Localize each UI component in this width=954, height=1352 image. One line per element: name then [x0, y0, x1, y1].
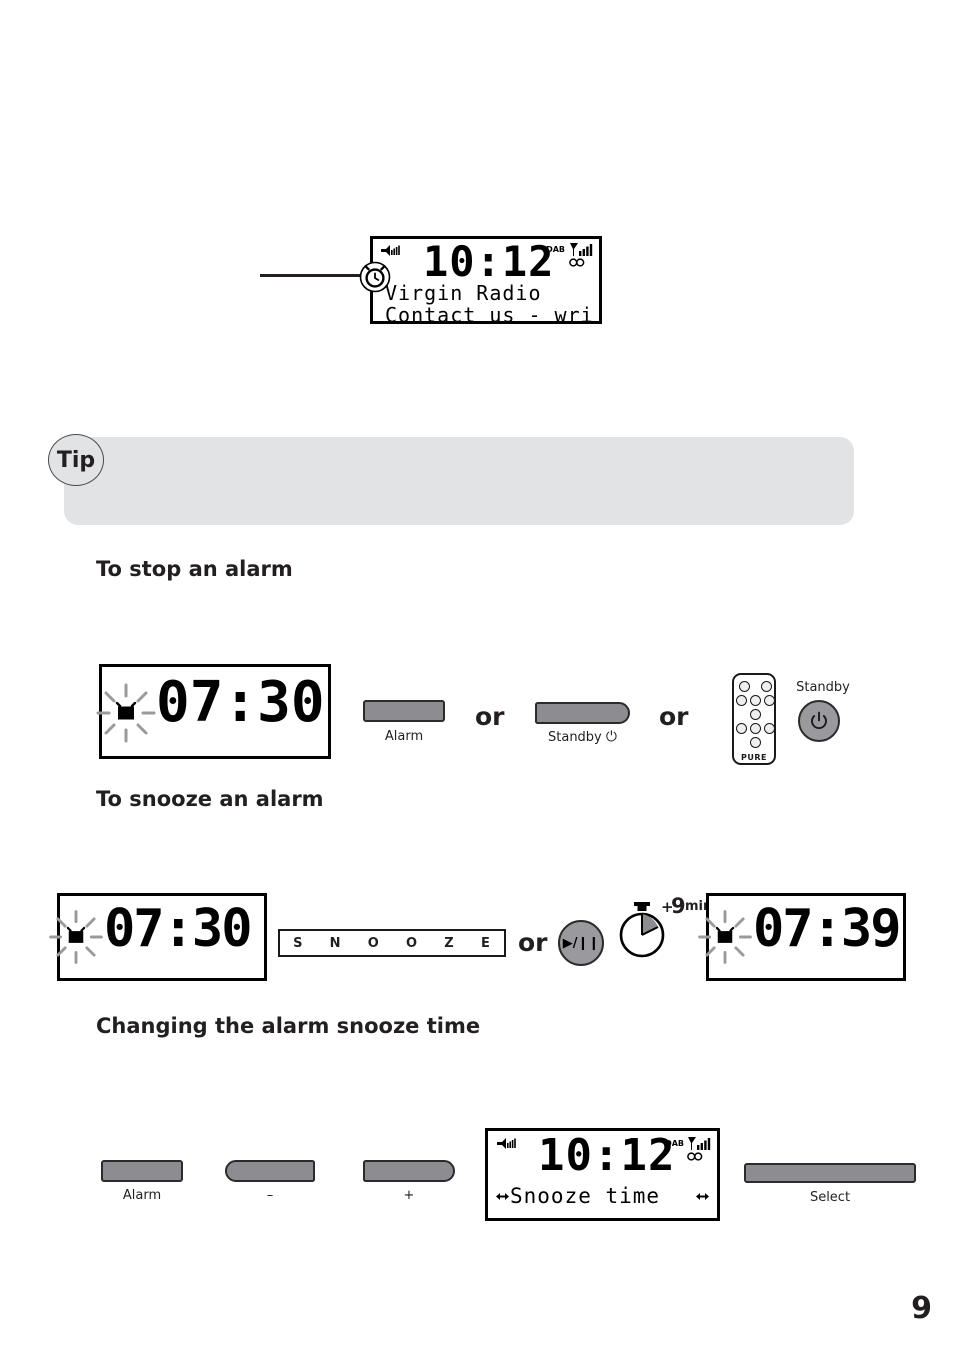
remote-key-prev[interactable]	[736, 723, 747, 734]
signal-strength-icon	[688, 1137, 711, 1150]
power-symbol-icon	[811, 711, 827, 730]
remote-key-standby[interactable]	[761, 681, 772, 692]
snooze-letter: E	[480, 935, 491, 951]
snooze-menu-time: 10:12	[538, 1130, 676, 1181]
top-display-line2: Contact us - wri	[385, 303, 594, 327]
remote-brand-label: PURE	[741, 753, 767, 762]
snooze-menu-label: Snooze time	[510, 1184, 661, 1208]
change-alarm-button[interactable]	[101, 1160, 183, 1182]
speaker-icon	[381, 245, 400, 256]
alarm-clock-flashing-icon	[96, 683, 156, 743]
tip-badge: Tip	[48, 434, 104, 486]
heading-stop-alarm: To stop an alarm	[96, 557, 293, 581]
power-icon: ⏻	[605, 729, 617, 745]
select-button[interactable]	[744, 1163, 916, 1183]
stop-alarm-display: 07:30	[96, 664, 331, 759]
standby-button-label: Standby ⏻	[535, 729, 630, 745]
change-alarm-button-label: Alarm	[122, 1188, 162, 1203]
snooze-letter: O	[406, 935, 419, 951]
left-right-arrow-icon	[696, 1193, 709, 1200]
alarm-clock-flashing-icon	[49, 910, 103, 964]
remote-key-alarm[interactable]	[739, 681, 750, 692]
heading-change-snooze: Changing the alarm snooze time	[96, 1014, 481, 1038]
snooze-before-time: 07:30	[104, 899, 253, 959]
remote-control[interactable]: PURE	[732, 673, 776, 765]
snooze-bar-button[interactable]: S N O O Z E	[278, 929, 506, 957]
tip-box	[64, 437, 854, 525]
snooze-letter: O	[367, 935, 380, 951]
remote-key-voldown[interactable]	[736, 695, 747, 706]
dab-label: DAB	[665, 1139, 684, 1148]
play-pause-icon: ▶/❙❙	[562, 935, 600, 951]
alarm-button[interactable]	[363, 700, 445, 722]
snooze-letter: Z	[444, 935, 455, 951]
standby-button[interactable]	[535, 702, 630, 724]
remote-key-select[interactable]	[750, 709, 761, 720]
remote-key-menu[interactable]	[750, 737, 761, 748]
alarm-clock-flashing-icon	[698, 910, 752, 964]
speaker-icon	[497, 1138, 516, 1149]
stopwatch-icon	[619, 902, 665, 958]
plus-button[interactable]	[363, 1160, 455, 1182]
signal-strength-icon	[570, 243, 593, 256]
standby-knob[interactable]	[798, 700, 840, 742]
snooze-after-display: 07:39	[698, 893, 906, 981]
snooze-after-time: 07:39	[753, 899, 902, 959]
select-button-label: Select	[809, 1190, 851, 1205]
or-text-2: or	[659, 702, 689, 731]
plus-button-label: +	[403, 1188, 415, 1203]
heading-snooze-alarm: To snooze an alarm	[96, 787, 324, 811]
remote-key-mute[interactable]	[750, 695, 761, 706]
top-radio-display: 10:12 DAB Virgin Radio Contact us - wri	[359, 236, 602, 327]
top-display-line1: Virgin Radio	[385, 281, 542, 305]
dab-label: DAB	[546, 245, 565, 254]
stereo-icon	[687, 1152, 703, 1161]
minus-button-label: –	[266, 1188, 274, 1203]
minus-button[interactable]	[225, 1160, 315, 1182]
remote-key-next[interactable]	[764, 723, 775, 734]
play-pause-button[interactable]: ▶/❙❙	[558, 920, 604, 966]
page-number: 9	[911, 1291, 932, 1326]
snooze-time-menu-display: 10:12 DAB Snooze time	[485, 1128, 720, 1221]
standby-knob-label: Standby	[796, 680, 850, 695]
top-display-time: 10:12	[423, 237, 555, 286]
snooze-letter: N	[329, 935, 342, 951]
left-right-arrow-icon	[496, 1193, 509, 1200]
remote-key-volup[interactable]	[764, 695, 775, 706]
remote-key-playpause[interactable]	[750, 723, 761, 734]
standby-button-text: Standby	[548, 730, 602, 745]
timer-value: 9	[671, 894, 686, 918]
or-text-3: or	[518, 928, 548, 957]
snooze-letter: S	[293, 935, 304, 951]
snooze-before-display: 07:30	[49, 893, 267, 981]
alarm-button-label: Alarm	[384, 729, 424, 744]
leader-line	[260, 274, 370, 277]
or-text-1: or	[475, 702, 505, 731]
stereo-icon	[569, 258, 585, 267]
tip-label: Tip	[56, 447, 96, 473]
stop-alarm-time: 07:30	[156, 670, 325, 735]
